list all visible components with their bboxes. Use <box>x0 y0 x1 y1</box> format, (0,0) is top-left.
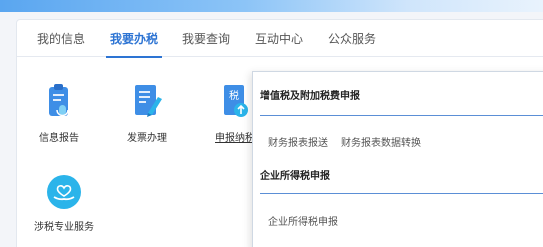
tax-upload-icon: 税 <box>224 85 248 117</box>
heart-hand-icon <box>47 175 81 209</box>
section-divider <box>260 193 543 194</box>
service-invoice[interactable]: 发票办理 <box>107 83 187 144</box>
tab-interaction[interactable]: 互动中心 <box>255 32 303 57</box>
tab-public-service[interactable]: 公众服务 <box>328 32 376 57</box>
section-divider <box>260 115 543 116</box>
service-professional[interactable]: 涉税专业服务 <box>24 174 104 233</box>
service-label: 涉税专业服务 <box>34 222 94 233</box>
section-title-cit: 企业所得税申报 <box>260 171 330 182</box>
tab-bar: 我的信息 我要办税 我要查询 互动中心 公众服务 <box>17 20 543 58</box>
invoice-pen-icon <box>135 85 162 117</box>
section-title-vat: 增值税及附加税费申报 <box>260 91 360 102</box>
clipboard-mic-icon <box>49 84 69 117</box>
top-banner <box>0 0 543 12</box>
service-label: 信息报告 <box>39 133 79 144</box>
tax-declaration-submenu: 增值税及附加税费申报 财务报表报送 财务报表数据转换 企业所得税申报 企业所得税… <box>252 71 543 247</box>
link-financial-report-convert[interactable]: 财务报表数据转换 <box>341 134 421 149</box>
tab-my-info[interactable]: 我的信息 <box>37 32 85 57</box>
tab-query[interactable]: 我要查询 <box>182 32 230 57</box>
link-cit-declaration[interactable]: 企业所得税申报 <box>268 213 338 228</box>
tab-tax-handling[interactable]: 我要办税 <box>105 32 163 58</box>
link-financial-report-submit[interactable]: 财务报表报送 <box>268 134 328 149</box>
service-info-report[interactable]: 信息报告 <box>19 83 99 144</box>
service-label: 发票办理 <box>127 133 167 144</box>
svg-text:税: 税 <box>229 89 239 102</box>
